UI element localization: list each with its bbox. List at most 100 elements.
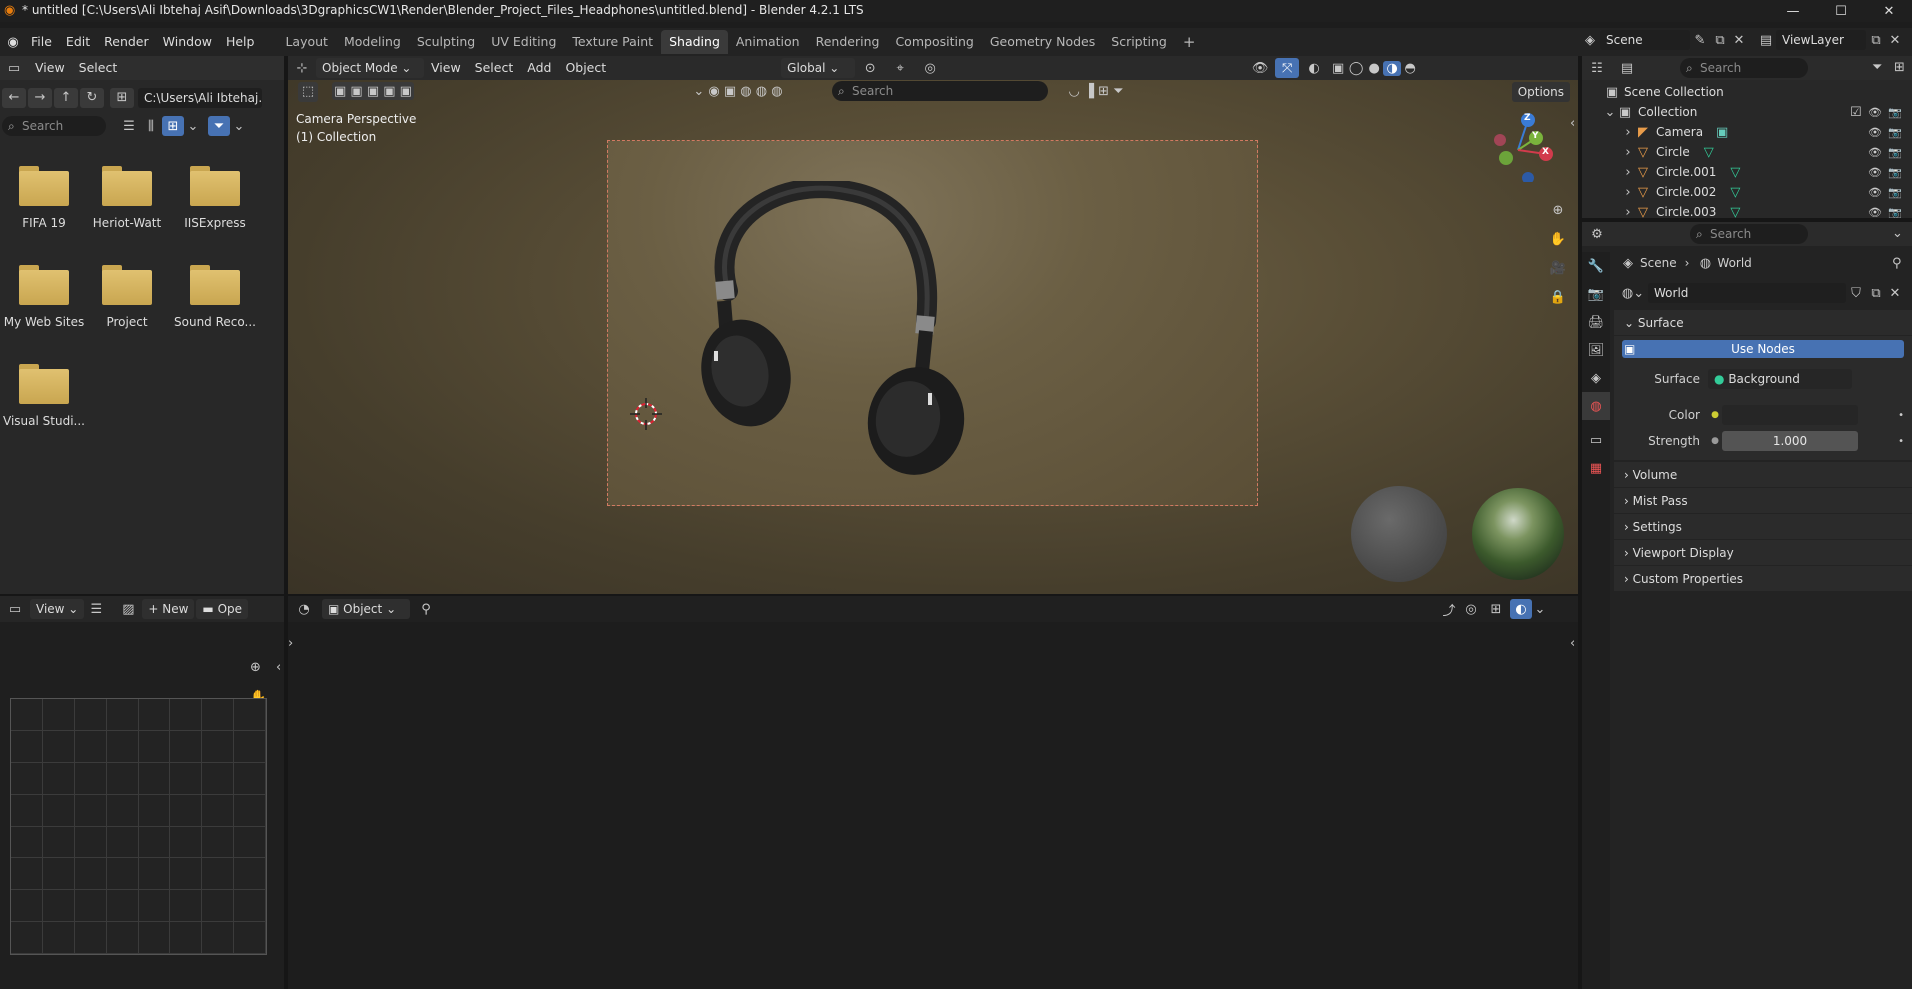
editor-type-icon[interactable]: ⚙	[1582, 227, 1612, 242]
pin-icon[interactable]: ⚲	[414, 602, 438, 617]
file-search-input[interactable]: Search	[2, 116, 106, 136]
open-image-button[interactable]: ▬ Ope	[196, 599, 249, 619]
navigation-gizmo[interactable]: Z Y X	[1488, 112, 1558, 184]
scene-collection-row[interactable]: ▣ Scene Collection	[1582, 82, 1912, 102]
strength-socket-icon[interactable]: ●	[1708, 436, 1722, 446]
gizmo-icon[interactable]: ⤧	[1275, 58, 1300, 78]
properties-options-icon[interactable]: ⌄	[1892, 226, 1903, 241]
render-tab-icon[interactable]: 📷	[1582, 280, 1610, 308]
eye-icon[interactable]: 👁	[1867, 206, 1883, 219]
outliner-search-input[interactable]: Search	[1680, 58, 1808, 78]
editor-type-icon[interactable]: ⊹	[288, 61, 316, 76]
volume-panel-header[interactable]: › Volume	[1614, 462, 1912, 488]
eye-icon[interactable]: 👁	[1867, 166, 1883, 179]
tab-modeling[interactable]: Modeling	[336, 30, 409, 54]
render-camera-icon[interactable]: 📷	[1887, 186, 1903, 199]
orientation-dropdown[interactable]: Global ⌄	[781, 58, 856, 78]
output-tab-icon[interactable]: 🖨	[1582, 308, 1610, 336]
use-nodes-button[interactable]: ▣ Use Nodes	[1622, 340, 1904, 358]
filter-icon[interactable]: ⏷	[1872, 60, 1882, 75]
menu-help[interactable]: Help	[219, 31, 262, 53]
eye-icon[interactable]: 👁	[1867, 126, 1883, 139]
overlay-dropdown-icon[interactable]: ⌄	[1532, 602, 1548, 617]
tab-layout[interactable]: Layout	[277, 30, 336, 54]
tab-geometry-nodes[interactable]: Geometry Nodes	[982, 30, 1103, 54]
camera-view-icon[interactable]: 🎥	[1546, 256, 1570, 280]
remove-scene-icon[interactable]: ✕	[1730, 33, 1748, 48]
color-socket-icon[interactable]: ●	[1708, 410, 1722, 420]
filter-dropdown-icon[interactable]: ⌄	[230, 119, 248, 134]
visibility-icon[interactable]: 👁	[1245, 61, 1275, 76]
folder-item[interactable]: Project	[83, 265, 171, 329]
editor-type-icon[interactable]: ▭	[0, 61, 28, 76]
node-sidebar-toggle-icon[interactable]: ‹	[1570, 636, 1575, 651]
checkbox-icon[interactable]: ☑	[1850, 105, 1862, 120]
remove-view-layer-icon[interactable]: ✕	[1886, 33, 1904, 48]
toolbar-toggle-icon[interactable]: ›	[288, 636, 293, 651]
select-tool-icon[interactable]: ⬚	[298, 82, 318, 102]
surface-panel-header[interactable]: ⌄ Surface	[1614, 310, 1912, 336]
file-browser-view-menu[interactable]: View	[28, 57, 72, 79]
viewport-search-input[interactable]: Search	[832, 81, 1048, 101]
pin-icon[interactable]: ✎	[1690, 33, 1710, 48]
expand-icon[interactable]: ›	[1622, 145, 1634, 160]
shader-editor-panel[interactable]: ◔ ▣ Object ⌄ ⚲ ⤴ ◎ ⊞ ◐ ⌄ › ‹	[288, 596, 1578, 989]
tab-shading[interactable]: Shading	[661, 30, 728, 54]
editor-type-icon[interactable]: ▭	[0, 602, 30, 617]
pan-hand-icon[interactable]: ✋	[1546, 227, 1570, 251]
back-icon[interactable]: ←	[2, 88, 26, 108]
render-camera-icon[interactable]: 📷	[1887, 206, 1903, 219]
menu-render[interactable]: Render	[97, 31, 156, 53]
hamburger-menu-icon[interactable]: ☰	[84, 602, 108, 617]
world-tab-icon[interactable]: ◍	[1582, 392, 1610, 420]
tab-rendering[interactable]: Rendering	[808, 30, 888, 54]
horizontal-divider[interactable]	[0, 594, 1578, 596]
image-browse-icon[interactable]: ▨	[114, 602, 142, 617]
thumbnails-icon[interactable]: ⊞	[162, 116, 184, 136]
3d-viewport[interactable]: ⬚ ▣ ▣ ▣ ▣ ▣ ⌄ ◉ ▣ ◍ ◍ ◍ Search ◡ ▐ ⊞ ⏷ O…	[288, 80, 1578, 594]
viewport-select-menu[interactable]: Select	[468, 57, 521, 79]
wireframe-shading-icon[interactable]: ◯	[1347, 61, 1365, 76]
shader-type-dropdown[interactable]: ▣ Object ⌄	[322, 599, 410, 619]
zoom-icon[interactable]: ⊕	[250, 660, 261, 675]
file-browser-select-menu[interactable]: Select	[72, 57, 125, 79]
add-workspace-icon[interactable]: +	[1175, 30, 1204, 54]
fake-user-icon[interactable]: ⛉	[1846, 286, 1866, 301]
viewport-display-panel-header[interactable]: › Viewport Display	[1614, 540, 1912, 566]
sort-dropdown-icon[interactable]: ⌄	[184, 119, 202, 134]
keyframe-dot-icon[interactable]: •	[1898, 436, 1904, 447]
options-button[interactable]: Options	[1511, 82, 1570, 102]
collection-row[interactable]: ⌄ ▣ Collection ☑ 👁 📷	[1582, 102, 1912, 122]
expand-icon[interactable]: ⌄	[1604, 105, 1616, 120]
tool-tab-icon[interactable]: 🔧	[1582, 252, 1610, 280]
uv-grid[interactable]	[10, 698, 267, 955]
rendered-shading-icon[interactable]: ◓	[1401, 61, 1419, 76]
expand-icon[interactable]: ›	[1622, 185, 1634, 200]
headphones-model[interactable]	[688, 181, 988, 491]
solid-shading-icon[interactable]: ●	[1365, 61, 1383, 76]
new-view-layer-icon[interactable]: ⧉	[1866, 33, 1886, 48]
shading-filter-icon[interactable]: ⌄ ◉ ▣ ◍ ◍ ◍	[688, 82, 788, 100]
path-field[interactable]: C:\Users\Ali Ibtehaj...	[138, 88, 262, 108]
folder-item[interactable]: FIFA 19	[0, 166, 88, 230]
refresh-icon[interactable]: ↻	[80, 88, 104, 108]
node-overlay-icon[interactable]: ◐	[1510, 599, 1532, 619]
list-horizontal-icon[interactable]: ⫼	[140, 119, 162, 134]
strength-field[interactable]: 1.000	[1722, 431, 1858, 451]
scene-name-field[interactable]: Scene	[1600, 30, 1690, 50]
vertical-divider[interactable]	[1578, 56, 1582, 989]
world-browse-icon[interactable]: ◍⌄	[1618, 286, 1648, 301]
render-camera-icon[interactable]: 📷	[1887, 126, 1903, 139]
tab-sculpting[interactable]: Sculpting	[409, 30, 483, 54]
tab-uv-editing[interactable]: UV Editing	[483, 30, 564, 54]
viewport-add-menu[interactable]: Add	[520, 57, 558, 79]
minimize-button[interactable]: —	[1770, 0, 1816, 22]
eye-icon[interactable]: 👁	[1867, 146, 1883, 159]
view-layer-tab-icon[interactable]: 🖼	[1582, 336, 1610, 364]
maximize-button[interactable]: ☐	[1818, 0, 1864, 22]
collection-tab-icon[interactable]: ▭	[1582, 426, 1610, 454]
menu-file[interactable]: File	[24, 31, 59, 53]
eye-icon[interactable]: 👁	[1867, 106, 1883, 119]
node-snap-icon[interactable]: ⊞	[1482, 602, 1510, 617]
editor-type-icon[interactable]: ☷	[1582, 61, 1612, 76]
